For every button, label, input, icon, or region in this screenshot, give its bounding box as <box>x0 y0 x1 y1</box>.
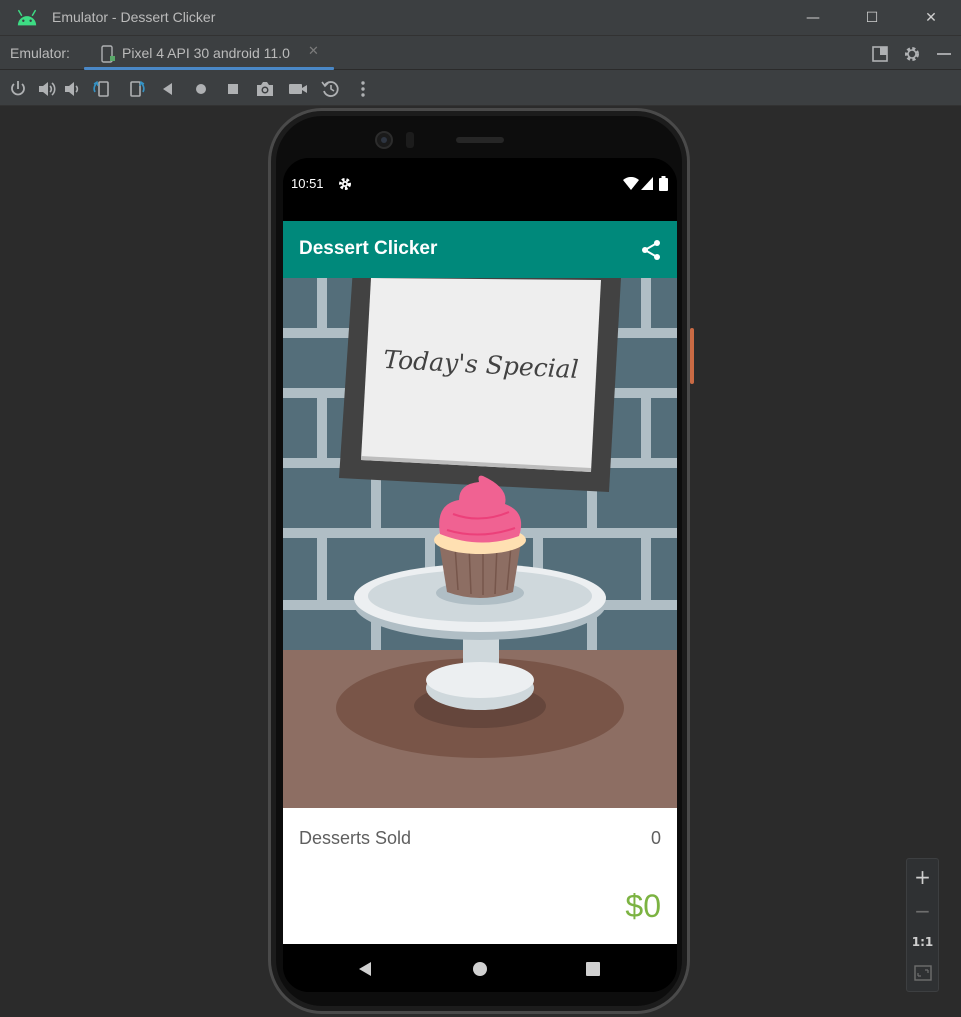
desserts-sold-value: 0 <box>650 828 661 848</box>
status-bar: 10:51 <box>283 158 677 221</box>
zoom-out-button[interactable]: − <box>907 899 938 923</box>
nav-home-icon[interactable] <box>472 961 488 977</box>
actual-size-button[interactable]: 1:1 <box>907 935 938 949</box>
window-title: Emulator - Dessert Clicker <box>52 9 216 25</box>
device-tab[interactable]: Pixel 4 API 30 android 11.0 ✕ <box>84 36 334 70</box>
device-screen[interactable]: 10:51 Dessert Clicker Today's Special De… <box>283 158 677 992</box>
volume-down-icon[interactable] <box>62 78 84 100</box>
gear-icon[interactable] <box>902 44 922 64</box>
settings-icon <box>339 178 351 190</box>
emulator-label: Emulator: <box>10 45 70 61</box>
nav-back-icon[interactable] <box>357 961 373 977</box>
app-bar: Dessert Clicker <box>283 221 677 278</box>
phone-icon <box>101 45 115 63</box>
sales-panel: Desserts Sold 0 $0 <box>283 808 677 944</box>
revenue-text: $0 <box>625 888 661 924</box>
emulator-window: Emulator - Dessert Clicker — ☐ ✕ Emulato… <box>0 0 961 1017</box>
share-icon[interactable] <box>639 238 663 262</box>
screen-record-icon[interactable] <box>287 78 309 100</box>
emulator-tab-bar: Emulator: Pixel 4 API 30 android 11.0 ✕ <box>0 36 961 70</box>
home-icon[interactable] <box>190 78 212 100</box>
signal-icon <box>641 177 653 190</box>
front-camera-icon <box>375 131 504 149</box>
power-icon[interactable] <box>7 78 29 100</box>
app-title: Dessert Clicker <box>299 238 438 259</box>
emulator-toolbar <box>0 70 961 106</box>
wifi-icon <box>623 177 639 190</box>
rotate-right-icon[interactable] <box>125 78 147 100</box>
more-icon[interactable] <box>352 78 374 100</box>
zoom-in-button[interactable]: + <box>907 865 938 889</box>
snapshot-icon[interactable] <box>320 78 342 100</box>
overview-icon[interactable] <box>222 78 244 100</box>
power-side-button[interactable] <box>690 328 694 384</box>
status-time: 10:51 <box>291 176 324 191</box>
tab-close-icon[interactable]: ✕ <box>308 44 319 59</box>
zoom-panel: + − 1:1 <box>906 858 939 992</box>
hide-icon[interactable] <box>934 44 954 64</box>
navigation-bar <box>283 944 677 992</box>
minimize-button[interactable]: — <box>798 6 828 30</box>
back-icon[interactable] <box>157 78 179 100</box>
battery-icon <box>659 176 668 191</box>
fit-screen-icon[interactable] <box>914 965 932 981</box>
layout-icon[interactable] <box>870 44 890 64</box>
close-button[interactable]: ✕ <box>916 6 946 30</box>
rotate-left-icon[interactable] <box>91 78 113 100</box>
volume-up-icon[interactable] <box>36 78 58 100</box>
maximize-button[interactable]: ☐ <box>857 6 887 30</box>
device-tab-label: Pixel 4 API 30 android 11.0 <box>122 45 290 61</box>
nav-overview-icon[interactable] <box>586 962 600 976</box>
title-bar: Emulator - Dessert Clicker — ☐ ✕ <box>0 0 961 36</box>
desserts-sold-label: Desserts Sold <box>299 828 412 848</box>
android-icon <box>17 9 37 26</box>
screenshot-icon[interactable] <box>254 78 276 100</box>
